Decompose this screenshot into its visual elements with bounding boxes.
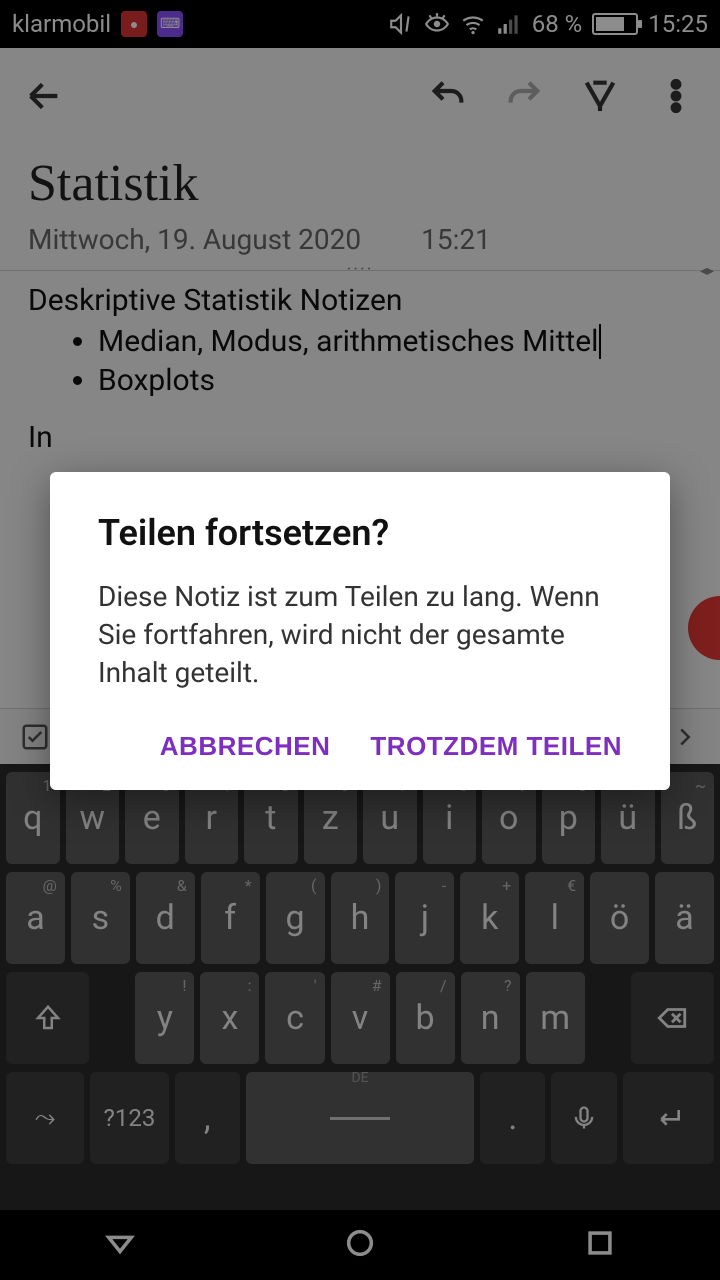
screen: klarmobil ● ⌨ 68 % 15:25 Statistik Mittw… [0,0,720,1280]
dialog-actions: ABBRECHEN TROTZDEM TEILEN [98,731,622,762]
dialog-title: Teilen fortsetzen? [98,512,622,554]
dialog-body: Diese Notiz ist zum Teilen zu lang. Wenn… [98,578,622,691]
confirm-button[interactable]: TROTZDEM TEILEN [370,731,622,762]
cancel-button[interactable]: ABBRECHEN [160,731,331,762]
share-dialog: Teilen fortsetzen? Diese Notiz ist zum T… [50,472,670,790]
